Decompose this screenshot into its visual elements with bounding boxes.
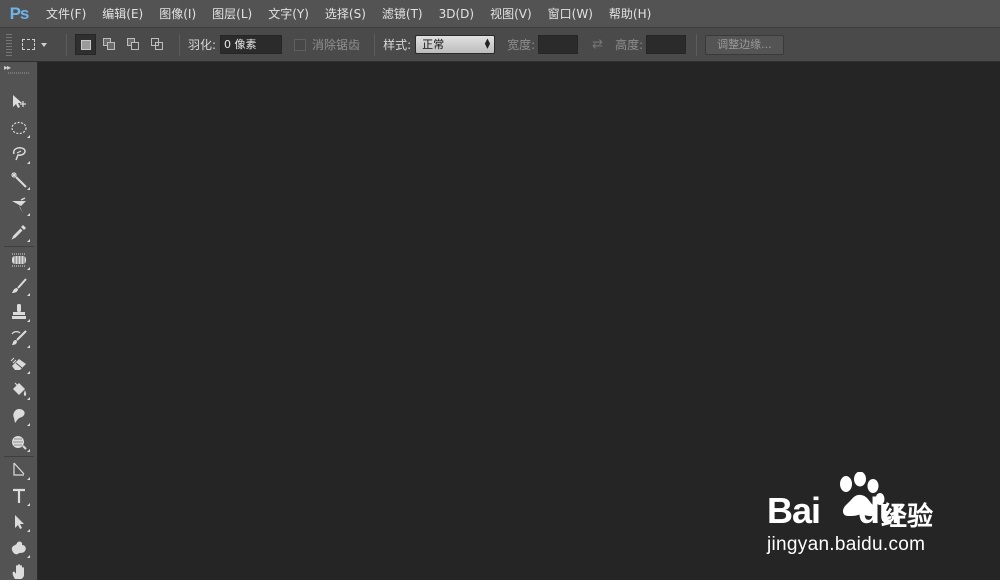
divider: [374, 33, 376, 56]
add-to-selection-button[interactable]: [99, 34, 120, 55]
dodge-icon: [12, 436, 27, 450]
type-tool[interactable]: [6, 484, 32, 508]
menu-window[interactable]: 窗口(W): [540, 0, 601, 28]
add-selection-icon: [103, 38, 116, 51]
feather-label: 羽化:: [188, 38, 217, 52]
menu-bar: Ps 文件(F) 编辑(E) 图像(I) 图层(L) 文字(Y) 选择(S) 滤…: [0, 0, 1000, 28]
style-select-value: 正常: [422, 38, 445, 51]
photoshop-logo: Ps: [9, 3, 30, 23]
tools-panel-header[interactable]: ▸▸: [0, 62, 37, 76]
new-selection-icon: [80, 39, 91, 50]
height-label: 高度:: [615, 38, 644, 52]
magic-wand-tool[interactable]: [6, 168, 32, 192]
jingyan-wordmark: 经验: [881, 502, 934, 532]
history-brush-tool[interactable]: [6, 326, 32, 350]
chevron-down-icon: [41, 42, 47, 47]
menu-filter[interactable]: 滤镜(T): [374, 0, 431, 28]
hand-icon: [12, 564, 24, 579]
menu-view[interactable]: 视图(V): [482, 0, 540, 28]
refine-edge-button[interactable]: 调整边缘...: [705, 34, 784, 55]
eraser-icon: [10, 357, 26, 370]
width-input[interactable]: [538, 35, 579, 54]
move-tool[interactable]: [6, 90, 32, 114]
custom-shape-icon: [11, 541, 26, 555]
custom-shape-tool[interactable]: [6, 536, 32, 560]
options-bar: 羽化: 0 像素 消除锯齿 样式: 正常 ▲ ▼ 宽度: ⇄ 高度: 调整边缘..…: [0, 28, 1000, 62]
healing-brush-icon: [12, 253, 26, 267]
menu-type[interactable]: 文字(Y): [260, 0, 317, 28]
rectangular-marquee-icon: [22, 39, 35, 50]
pen-tool[interactable]: [6, 458, 32, 482]
height-input[interactable]: [646, 35, 687, 54]
subtract-from-selection-button[interactable]: [123, 34, 144, 55]
tools-panel: ▸▸: [0, 62, 38, 580]
subtract-selection-icon: [127, 38, 140, 51]
baidu-jingyan-watermark: Bai du 经验 jingyan.baidu.com: [755, 470, 995, 570]
menu-layer[interactable]: 图层(L): [204, 0, 260, 28]
style-label: 样式:: [383, 38, 412, 52]
clone-stamp-tool[interactable]: [6, 300, 32, 324]
baidu-wordmark-bai: Bai: [767, 490, 821, 531]
path-selection-tool[interactable]: [6, 510, 32, 534]
menu-image[interactable]: 图像(I): [151, 0, 204, 28]
divider: [179, 33, 180, 56]
stamp-icon: [12, 304, 26, 319]
lasso-tool[interactable]: [6, 142, 32, 166]
menu-file[interactable]: 文件(F): [38, 0, 94, 28]
intersect-selection-button[interactable]: [147, 34, 168, 55]
brush-icon: [12, 278, 27, 293]
antialias-checkbox[interactable]: [294, 38, 307, 51]
spot-healing-tool[interactable]: [6, 248, 32, 272]
blur-tool[interactable]: [6, 404, 32, 428]
blur-icon: [13, 409, 25, 423]
elliptical-marquee-tool[interactable]: [6, 116, 32, 140]
pen-icon: [13, 462, 25, 476]
intersect-selection-icon: [151, 38, 164, 51]
menu-help[interactable]: 帮助(H): [601, 0, 659, 28]
divider: [66, 33, 67, 56]
paint-bucket-tool[interactable]: [6, 378, 32, 402]
tool-preset-picker[interactable]: [22, 34, 58, 56]
paint-bucket-icon: [13, 382, 27, 396]
antialias-label: 消除锯齿: [312, 38, 361, 52]
type-icon: [13, 488, 25, 503]
crop-icon: [12, 197, 26, 213]
divider: [696, 33, 698, 56]
feather-input[interactable]: 0 像素: [220, 35, 283, 54]
dodge-tool[interactable]: [6, 430, 32, 454]
eyedropper-icon: [11, 225, 26, 240]
hand-tool[interactable]: [6, 560, 32, 580]
swap-icon[interactable]: ⇄: [592, 37, 603, 52]
menu-edit[interactable]: 编辑(E): [94, 0, 151, 28]
style-select[interactable]: 正常 ▲ ▼: [415, 35, 496, 54]
menu-3d[interactable]: 3D(D): [431, 0, 482, 28]
eyedropper-tool[interactable]: [6, 220, 32, 244]
lasso-icon: [12, 147, 26, 161]
move-icon: [13, 95, 26, 108]
width-label: 宽度:: [507, 38, 536, 52]
crop-tool[interactable]: [6, 194, 32, 218]
magic-wand-icon: [11, 172, 27, 188]
eraser-tool[interactable]: [6, 352, 32, 376]
options-bar-grip[interactable]: [6, 33, 12, 56]
watermark-url: jingyan.baidu.com: [767, 534, 926, 555]
updown-arrows-icon: ▲ ▼: [484, 37, 491, 50]
history-brush-icon: [11, 330, 27, 345]
brush-tool[interactable]: [6, 274, 32, 298]
double-chevron-icon[interactable]: ▸▸: [4, 63, 11, 72]
path-selection-icon: [15, 515, 24, 529]
menu-select[interactable]: 选择(S): [317, 0, 374, 28]
ellipse-marquee-icon: [11, 121, 27, 135]
new-selection-button[interactable]: [75, 34, 96, 55]
